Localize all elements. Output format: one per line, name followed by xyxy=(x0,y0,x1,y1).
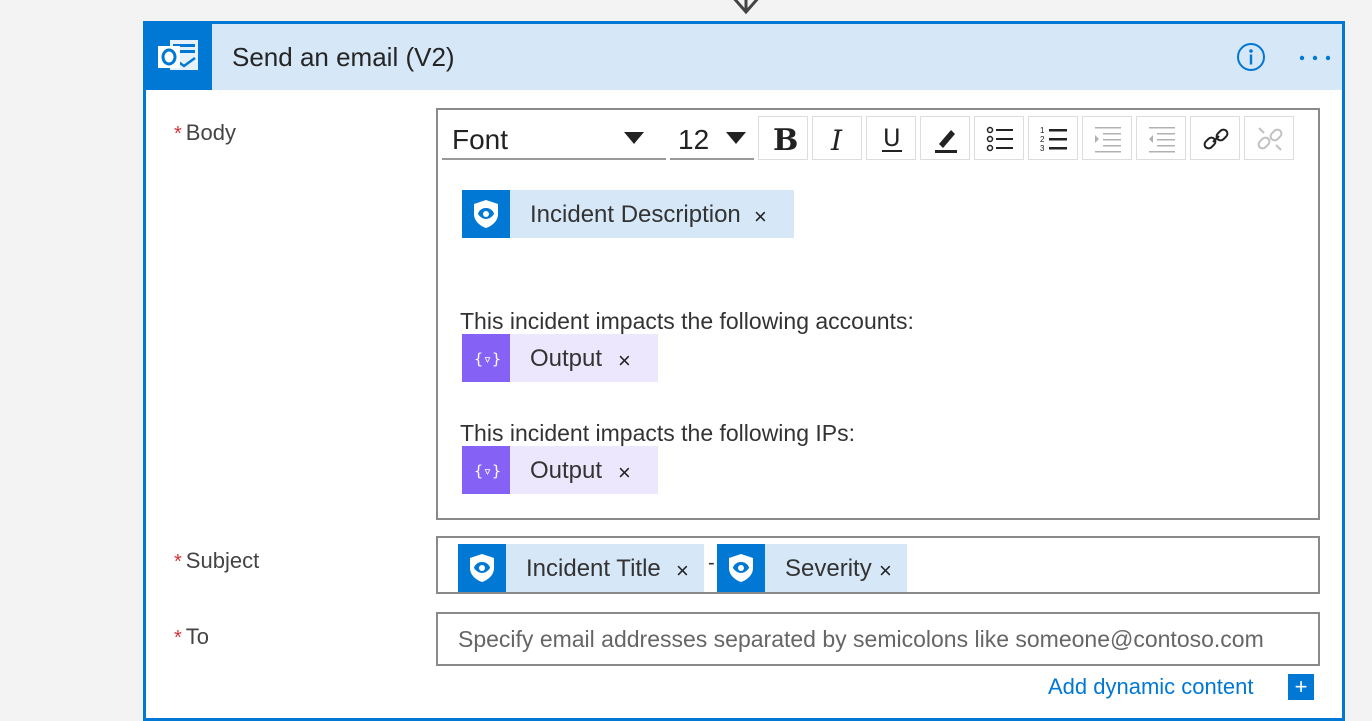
link-icon xyxy=(1203,128,1229,150)
highlight-pen-icon xyxy=(935,130,957,153)
sentinel-shield-icon xyxy=(462,190,510,238)
bold-icon: B xyxy=(773,124,798,154)
dynamic-token-incident-title[interactable]: Incident Title × xyxy=(458,544,704,592)
underline-icon: U xyxy=(882,124,902,152)
svg-text:3: 3 xyxy=(1040,144,1045,153)
body-text-accounts: This incident impacts the following acco… xyxy=(460,308,914,334)
to-label: * To xyxy=(174,624,209,650)
numbered-list-icon: 123 xyxy=(1040,126,1067,153)
highlight-button[interactable] xyxy=(920,116,970,160)
body-text-ips: This incident impacts the following IPs: xyxy=(460,420,856,446)
svg-text:B: B xyxy=(773,124,798,154)
send-email-action-card: Send an email (V2) * Body Font 12 B I U … xyxy=(143,21,1345,721)
font-size-value: 12 xyxy=(678,124,710,155)
dynamic-token-severity[interactable]: Severity × xyxy=(717,544,907,592)
indent-icon xyxy=(1095,127,1121,153)
to-field-container xyxy=(436,612,1320,666)
outdent-button[interactable] xyxy=(1136,116,1186,160)
token-label: Incident Title xyxy=(526,555,661,582)
svg-text:U: U xyxy=(883,124,901,152)
dynamic-token-output-accounts[interactable]: {▿} Output × xyxy=(462,334,658,382)
outdent-icon xyxy=(1149,127,1175,153)
insert-link-button[interactable] xyxy=(1190,116,1240,160)
card-header[interactable]: Send an email (V2) xyxy=(146,24,1342,90)
editor-toolbar: Font 12 B I U 123 xyxy=(442,114,1314,162)
svg-text:{▿}: {▿} xyxy=(474,462,501,480)
variable-expression-icon: {▿} xyxy=(462,446,510,494)
svg-text:I: I xyxy=(830,124,843,154)
body-rich-text-editor[interactable]: Font 12 B I U 123 Incident Description ×… xyxy=(436,108,1320,520)
editor-content[interactable]: Incident Description × This incident imp… xyxy=(460,170,1308,508)
numbered-list-button[interactable]: 123 xyxy=(1028,116,1078,160)
chevron-down-icon xyxy=(726,132,746,144)
subject-separator-text: - xyxy=(708,552,715,574)
required-marker: * xyxy=(174,627,182,649)
chevron-down-icon xyxy=(624,132,644,144)
italic-icon: I xyxy=(830,124,843,154)
token-label: Output xyxy=(530,457,603,484)
subject-label: * Subject xyxy=(174,548,259,574)
flow-connector-arrow-icon xyxy=(733,0,759,15)
bullet-list-icon xyxy=(986,126,1013,152)
subject-input[interactable]: Incident Title × - Severity × xyxy=(436,536,1320,594)
font-family-value: Font xyxy=(452,124,509,155)
remove-token-close-icon[interactable]: × xyxy=(754,204,767,230)
card-title: Send an email (V2) xyxy=(232,42,455,72)
to-email-input[interactable] xyxy=(458,614,1298,664)
italic-button[interactable]: I xyxy=(812,116,862,160)
body-label: * Body xyxy=(174,120,236,146)
dynamic-token-incident-description[interactable]: Incident Description × xyxy=(462,190,794,238)
font-family-dropdown[interactable]: Font xyxy=(442,116,666,160)
remove-link-button[interactable] xyxy=(1244,116,1294,160)
sentinel-shield-icon xyxy=(458,544,506,592)
remove-token-close-icon[interactable]: × xyxy=(618,460,631,486)
info-icon[interactable] xyxy=(1236,42,1266,72)
add-dynamic-content-plus-icon[interactable]: + xyxy=(1288,674,1314,700)
svg-text:{▿}: {▿} xyxy=(474,350,501,368)
bullet-list-button[interactable] xyxy=(974,116,1024,160)
to-label-text: To xyxy=(185,624,210,649)
font-size-dropdown[interactable]: 12 xyxy=(670,116,754,160)
subject-label-text: Subject xyxy=(185,548,260,573)
token-label: Incident Description xyxy=(530,201,741,228)
svg-text:2: 2 xyxy=(1040,135,1045,144)
remove-token-close-icon[interactable]: × xyxy=(879,558,892,584)
variable-expression-icon: {▿} xyxy=(462,334,510,382)
sentinel-shield-icon xyxy=(717,544,765,592)
underline-button[interactable]: U xyxy=(866,116,916,160)
unlink-icon xyxy=(1257,127,1283,151)
required-marker: * xyxy=(174,551,182,573)
bold-button[interactable]: B xyxy=(758,116,808,160)
token-label: Severity xyxy=(785,555,872,582)
remove-token-close-icon[interactable]: × xyxy=(618,348,631,374)
indent-button[interactable] xyxy=(1082,116,1132,160)
outlook-icon xyxy=(146,24,212,90)
required-marker: * xyxy=(174,123,182,145)
dynamic-token-output-ips[interactable]: {▿} Output × xyxy=(462,446,658,494)
svg-text:1: 1 xyxy=(1040,126,1045,135)
token-label: Output xyxy=(530,345,603,372)
add-dynamic-content-link[interactable]: Add dynamic content xyxy=(1048,674,1253,700)
body-label-text: Body xyxy=(185,120,236,145)
remove-token-close-icon[interactable]: × xyxy=(676,558,689,584)
more-options-icon[interactable] xyxy=(1298,54,1332,62)
